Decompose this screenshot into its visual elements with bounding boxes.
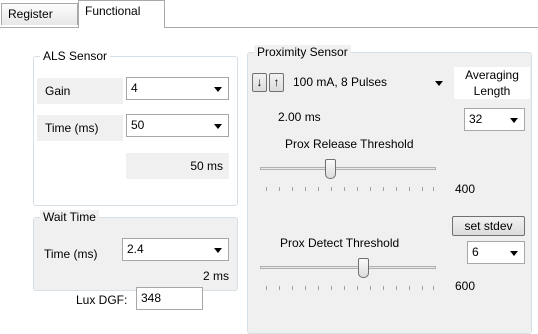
lux-dgf-label: Lux DGF:	[76, 293, 128, 307]
release-threshold-slider-thumb[interactable]	[325, 159, 336, 179]
lux-dgf-input[interactable]: 348	[136, 287, 203, 310]
prox-release-threshold-label: Prox Release Threshold	[285, 137, 414, 151]
als-sensor-title: ALS Sensor	[40, 49, 111, 63]
detect-threshold-ticks	[266, 286, 434, 290]
drive-down-button[interactable]: ↓	[252, 73, 267, 92]
prox-detect-threshold-label: Prox Detect Threshold	[280, 236, 400, 250]
detect-threshold-slider-thumb[interactable]	[358, 258, 369, 278]
tab-register[interactable]: Register	[1, 3, 78, 25]
wait-time-readout: 2 ms	[202, 269, 229, 283]
chevron-down-icon	[214, 87, 222, 92]
drive-up-button[interactable]: ↑	[269, 73, 284, 92]
chevron-down-icon	[435, 81, 443, 86]
tab-functional[interactable]: Functional	[78, 0, 165, 28]
chevron-down-icon	[510, 118, 518, 123]
averaging-length-select[interactable]: 32	[464, 108, 525, 131]
averaging-length-label: Averaging Length	[454, 67, 530, 99]
proximity-sensor-group: Proximity Sensor ↓ ↑ 100 mA, 8 Pulses 2.…	[247, 45, 532, 334]
detect-threshold-value: 600	[455, 279, 476, 293]
stdev-select[interactable]: 6	[467, 241, 525, 264]
gain-value: 4	[131, 81, 138, 95]
chevron-down-icon	[510, 251, 518, 256]
stdev-value: 6	[472, 245, 479, 259]
led-drive-select[interactable]: 100 mA, 8 Pulses	[286, 71, 450, 94]
als-time-readout: 50 ms	[126, 153, 229, 179]
wait-time-value: 2.4	[127, 242, 144, 256]
functional-tab-page: ALS Sensor Gain 4 Time (ms) 50 50 ms Wai…	[0, 27, 538, 334]
arrow-down-icon: ↓	[256, 75, 263, 89]
wait-time-label: Time (ms)	[44, 247, 98, 261]
set-stdev-button[interactable]: set stdev	[452, 216, 525, 236]
release-threshold-value: 400	[455, 182, 476, 196]
arrow-up-icon: ↑	[273, 75, 280, 89]
gain-label: Gain	[37, 78, 123, 104]
gain-select[interactable]: 4	[126, 77, 229, 100]
als-time-select[interactable]: 50	[126, 114, 229, 137]
proximity-sensor-title: Proximity Sensor	[254, 45, 351, 59]
chevron-down-icon	[214, 248, 222, 253]
led-drive-value: 100 mA, 8 Pulses	[293, 75, 388, 89]
averaging-length-value: 32	[469, 112, 483, 126]
als-time-label: Time (ms)	[37, 115, 123, 141]
wait-time-group: Wait Time Time (ms) 2.4 2 ms	[33, 210, 238, 291]
tab-strip: Register Functional	[0, 0, 538, 28]
chevron-down-icon	[214, 124, 222, 129]
wait-time-title: Wait Time	[40, 210, 99, 224]
wait-time-select[interactable]: 2.4	[122, 238, 229, 261]
detect-threshold-slider-track[interactable]	[260, 266, 436, 269]
release-threshold-slider-track[interactable]	[260, 167, 436, 170]
prox-time-readout: 2.00 ms	[278, 110, 321, 124]
release-threshold-ticks	[266, 187, 434, 191]
als-time-value: 50	[131, 118, 145, 132]
als-sensor-group: ALS Sensor Gain 4 Time (ms) 50 50 ms	[33, 49, 238, 206]
